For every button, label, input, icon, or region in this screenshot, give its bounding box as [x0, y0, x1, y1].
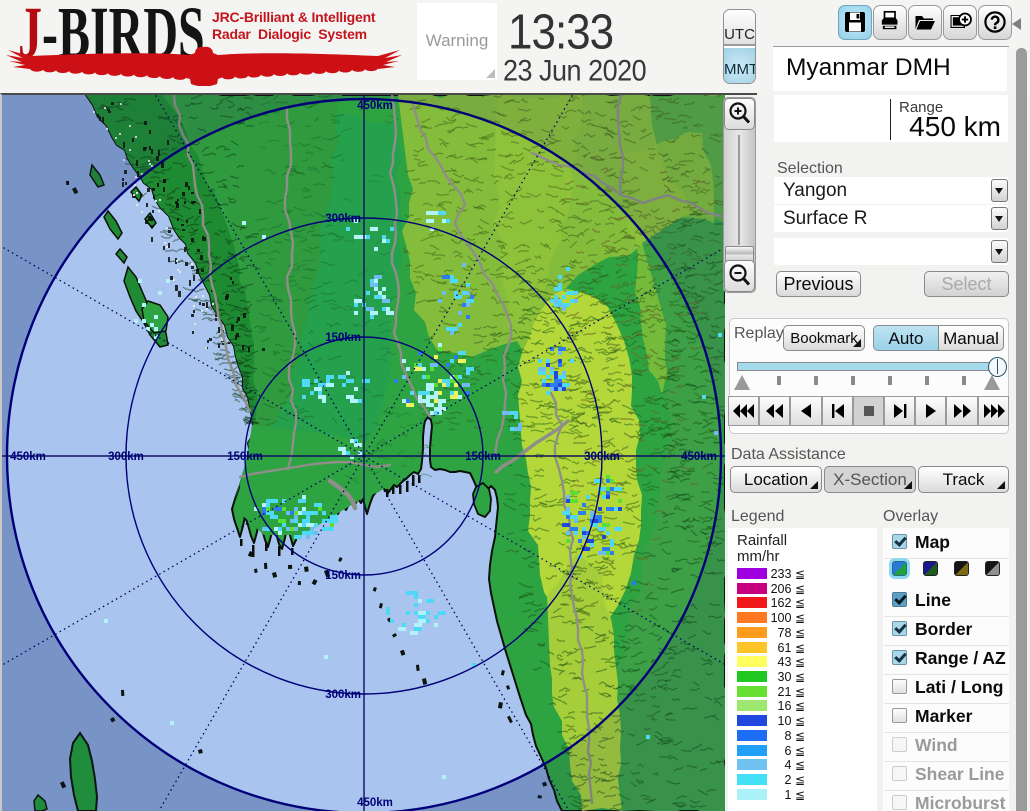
svg-text:300km: 300km — [108, 451, 144, 463]
svg-text:450km: 450km — [10, 451, 46, 463]
svg-text:300km: 300km — [325, 213, 361, 225]
svg-text:150km: 150km — [325, 332, 361, 344]
svg-text:300km: 300km — [325, 689, 361, 701]
svg-text:150km: 150km — [227, 451, 263, 463]
svg-text:150km: 150km — [465, 451, 501, 463]
svg-text:450km: 450km — [357, 797, 393, 809]
svg-text:450km: 450km — [681, 451, 717, 463]
svg-text:150km: 150km — [325, 570, 361, 582]
svg-text:300km: 300km — [584, 451, 620, 463]
